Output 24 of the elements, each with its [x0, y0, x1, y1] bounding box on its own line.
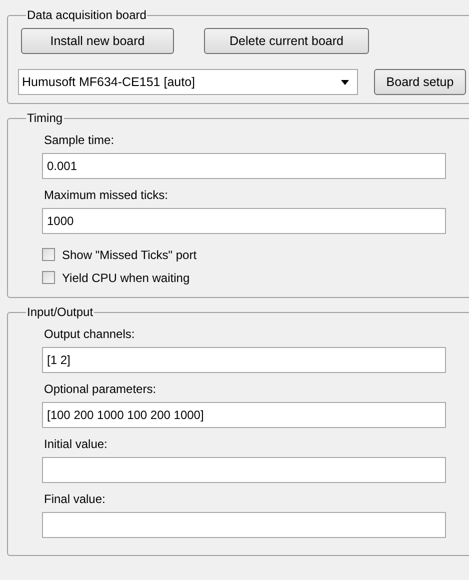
- checkbox[interactable]: [42, 248, 55, 261]
- input-field[interactable]: [42, 512, 446, 538]
- checkbox-label: Show "Missed Ticks" port: [62, 248, 197, 262]
- input-field[interactable]: 1000: [42, 208, 446, 234]
- board-dropdown[interactable]: Humusoft MF634-CE151 [auto]: [18, 69, 358, 95]
- field-label: Final value:: [44, 492, 106, 508]
- field-label: Initial value:: [44, 437, 108, 453]
- group-title: Timing: [26, 111, 64, 125]
- field-label: Maximum missed ticks:: [44, 188, 170, 204]
- group-title: Data acquisition board: [26, 8, 148, 22]
- input-field[interactable]: 0.001: [42, 153, 446, 179]
- input-field[interactable]: [42, 457, 446, 483]
- input-field[interactable]: [1 2]: [42, 347, 446, 373]
- push-button[interactable]: Delete current board: [204, 28, 369, 54]
- field-label: Output channels:: [44, 327, 136, 343]
- checkbox-label: Yield CPU when waiting: [62, 270, 190, 284]
- checkbox[interactable]: [42, 271, 55, 284]
- field-label: Sample time:: [44, 133, 116, 149]
- group-title: Input/Output: [26, 305, 94, 319]
- field-label: Optional parameters:: [44, 382, 158, 398]
- push-button[interactable]: Install new board: [21, 28, 174, 54]
- caret-icon: [341, 80, 349, 84]
- board-setup-button[interactable]: Board setup: [374, 69, 466, 95]
- input-field[interactable]: [100 200 1000 100 200 1000]: [42, 402, 446, 428]
